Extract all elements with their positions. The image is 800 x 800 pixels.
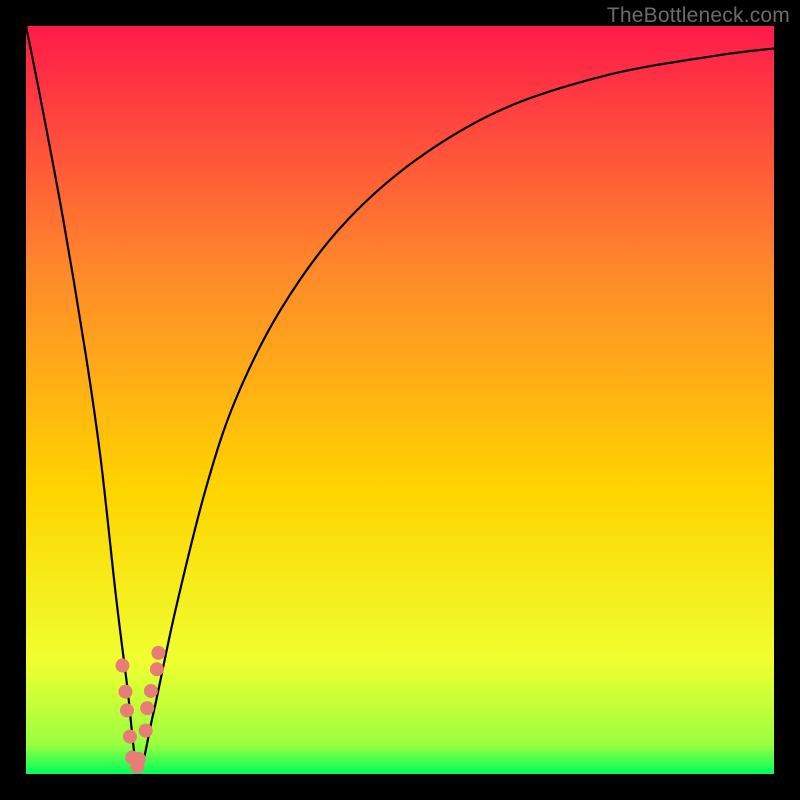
attribution-text: TheBottleneck.com (607, 4, 790, 28)
highlight-point (139, 724, 153, 738)
highlight-point (140, 701, 154, 715)
plot-area (26, 26, 774, 774)
highlight-point (123, 730, 137, 744)
chart-frame: TheBottleneck.com (0, 0, 800, 800)
highlight-point (132, 752, 146, 766)
chart-canvas (26, 26, 774, 774)
gradient-background (26, 26, 774, 774)
highlight-point (150, 662, 164, 676)
highlight-point (115, 659, 129, 673)
highlight-point (144, 684, 158, 698)
highlight-point (118, 685, 132, 699)
highlight-point (151, 646, 165, 660)
highlight-point (120, 703, 134, 717)
